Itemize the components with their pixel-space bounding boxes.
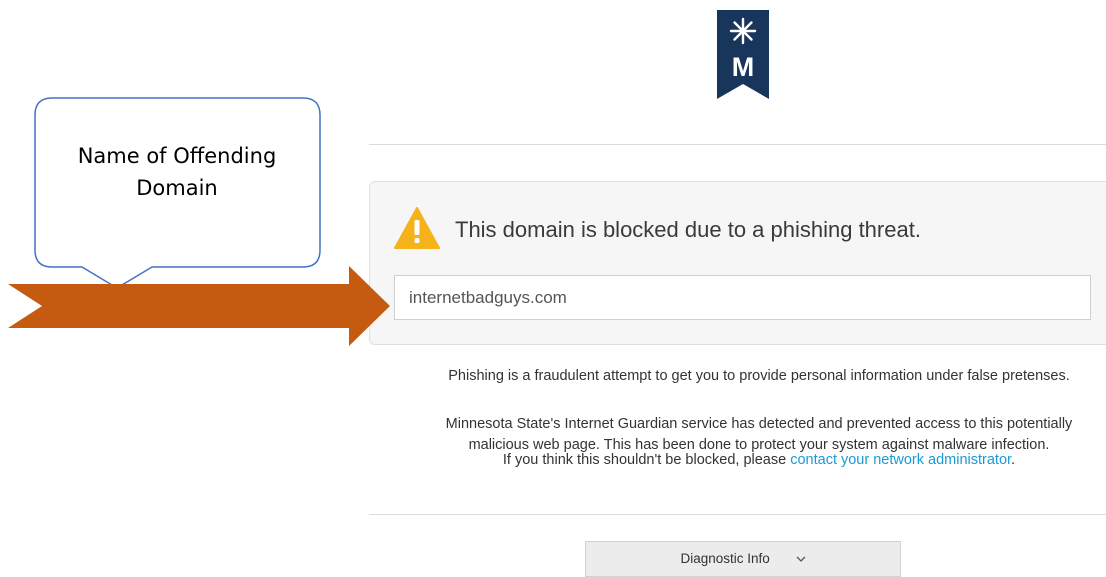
chevron-down-icon [796, 556, 805, 562]
callout-label: Name of Offending Domain [77, 144, 277, 200]
bottom-divider [369, 514, 1106, 515]
contact-admin-text: If you think this shouldn't be blocked, … [369, 450, 1106, 471]
contact-admin-link[interactable]: contact your network administrator [790, 452, 1011, 468]
pointer-arrow [8, 266, 390, 346]
minnesota-state-logo: M [717, 10, 769, 99]
block-alert-panel [369, 181, 1106, 345]
block-alert-title: This domain is blocked due to a phishing… [455, 217, 921, 242]
warning-triangle-icon [394, 207, 440, 249]
top-divider [369, 144, 1106, 145]
contact-prefix: If you think this shouldn't be blocked, … [502, 452, 791, 468]
blocked-domain-field[interactable]: internetbadguys.com [394, 275, 1091, 320]
diagnostic-info-label: Diagnostic Info [680, 551, 770, 566]
phishing-definition-text: Phishing is a fraudulent attempt to get … [448, 368, 1070, 384]
contact-suffix: . [1011, 452, 1016, 468]
guardian-line-1: Minnesota State's Internet Guardian serv… [445, 416, 1073, 432]
logo-letter: M [732, 52, 755, 82]
